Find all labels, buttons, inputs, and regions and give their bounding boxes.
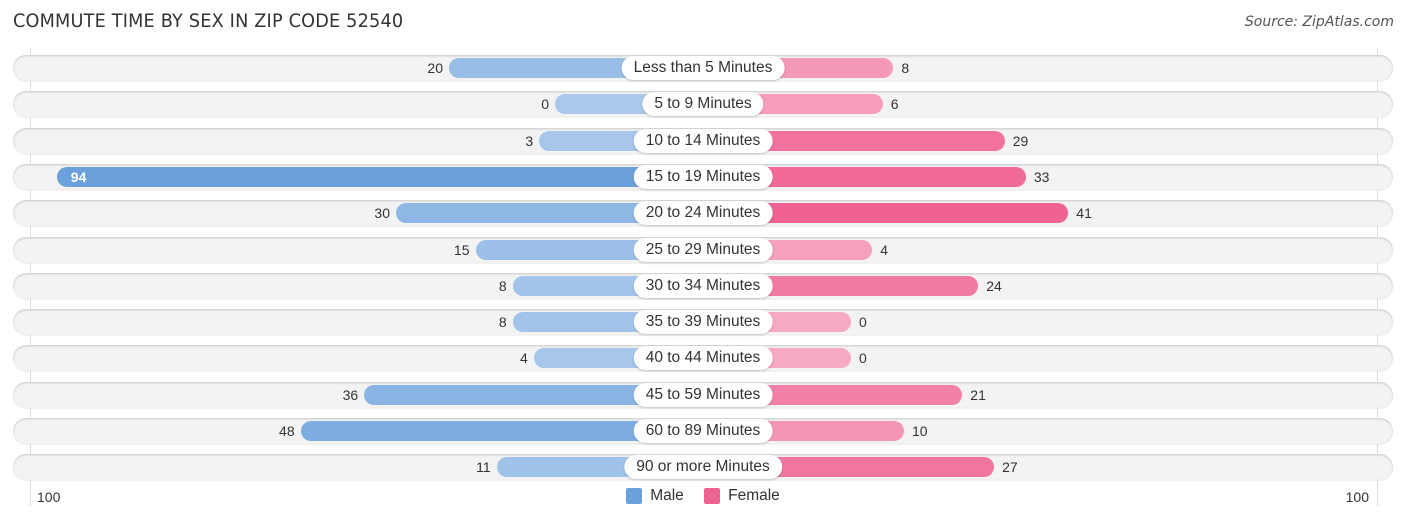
- value-label-female: 8: [901, 60, 910, 76]
- legend-label-male: Male: [650, 487, 684, 504]
- value-label-male: 15: [453, 241, 470, 258]
- legend-item-female[interactable]: Female: [704, 487, 780, 505]
- value-label-female: 41: [1076, 205, 1092, 222]
- value-label-male: 4: [520, 350, 528, 367]
- category-label: 15 to 19 Minutes: [633, 164, 773, 189]
- value-label-female: 27: [1002, 459, 1018, 476]
- category-label: Less than 5 Minutes: [621, 56, 785, 80]
- legend-swatch-male: [626, 488, 643, 504]
- value-label-male: 8: [498, 277, 507, 294]
- legend-swatch-female: [704, 488, 721, 504]
- bar-male[interactable]: [56, 166, 703, 187]
- legend-item-male[interactable]: Male: [626, 487, 684, 505]
- value-label-male: 94: [70, 168, 87, 185]
- legend-label-female: Female: [728, 487, 780, 504]
- category-label: 20 to 24 Minutes: [633, 201, 773, 226]
- value-label-male: 36: [342, 386, 359, 403]
- value-label-female: 0: [859, 350, 867, 367]
- category-label: 35 to 39 Minutes: [633, 310, 773, 335]
- chart-area: 20 8 Less than 5 Minutes 0 6 5 to 9 Minutes 3 2…: [0, 0, 1406, 522]
- value-label-female: 21: [970, 386, 986, 403]
- value-label-female: 29: [1012, 132, 1029, 149]
- value-label-male: 3: [525, 132, 534, 149]
- value-label-female: 33: [1033, 168, 1050, 185]
- category-label: 5 to 9 Minutes: [642, 92, 764, 117]
- value-label-female: 4: [880, 241, 888, 258]
- category-label: 40 to 44 Minutes: [633, 346, 773, 371]
- value-label-male: 48: [279, 423, 295, 439]
- value-label-male: 0: [541, 96, 549, 113]
- value-label-male: 30: [374, 205, 390, 222]
- category-label: 30 to 34 Minutes: [633, 273, 773, 298]
- value-label-male: 20: [427, 60, 443, 76]
- category-label: 45 to 59 Minutes: [633, 382, 773, 407]
- legend: Male Female: [0, 487, 1406, 509]
- value-label-female: 6: [890, 96, 899, 113]
- value-label-female: 10: [912, 423, 928, 439]
- value-label-female: 24: [986, 277, 1002, 294]
- category-label: 60 to 89 Minutes: [633, 419, 773, 443]
- value-label-male: 8: [498, 314, 507, 331]
- value-label-female: 0: [859, 314, 867, 331]
- category-label: 10 to 14 Minutes: [633, 128, 773, 153]
- category-label: 25 to 29 Minutes: [633, 237, 773, 262]
- category-label: 90 or more Minutes: [624, 455, 782, 480]
- value-label-male: 11: [476, 459, 491, 476]
